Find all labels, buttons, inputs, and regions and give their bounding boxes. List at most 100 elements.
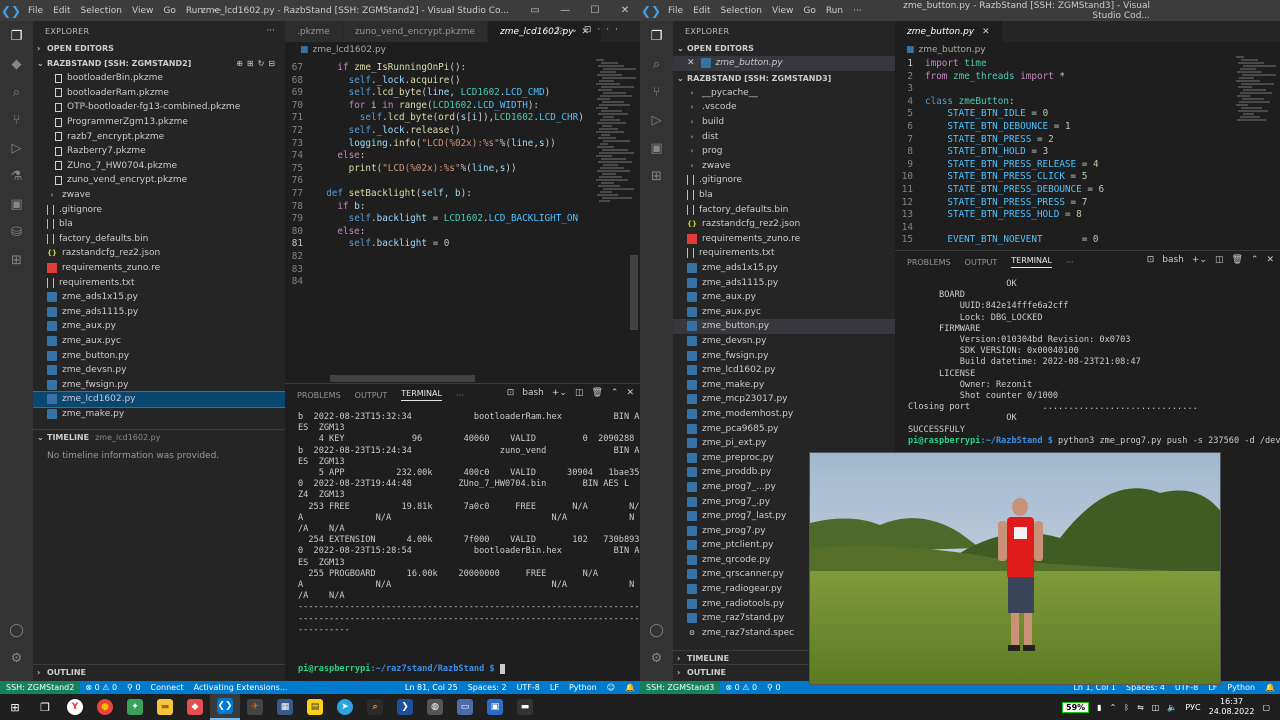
usb-icon[interactable]: ⇋ [1137,703,1144,712]
tree-item[interactable]: › __pycache__ [673,86,895,101]
panel-tab-problems[interactable]: PROBLEMS [297,391,341,400]
breadcrumb[interactable]: ■ zme_lcd1602.py [300,42,386,58]
trash-icon[interactable]: 🗑 [591,388,602,398]
tree-item[interactable]: requirements_zuno.re [673,232,895,247]
tree-item[interactable]: bla [673,188,895,203]
tree-item[interactable]: › prog [673,144,895,159]
file-explorer-icon[interactable]: ▬ [150,694,180,720]
breadcrumb[interactable]: ■ zme_button.py [906,42,986,58]
tree-item[interactable]: zme_ads1x15.py [33,290,285,305]
editor-actions-icons[interactable]: ▷⌄⊡··· [557,25,624,35]
explorer-icon[interactable]: ❐ [8,27,26,45]
tree-item[interactable]: {} razstandcfg_rez2.json [33,246,285,261]
menu-item-file[interactable]: File [28,6,43,16]
menu-item-run[interactable]: Run [186,6,203,16]
code-line[interactable]: 1 import time [895,58,1235,71]
search-icon[interactable]: ⌕ [8,83,26,101]
split-icon[interactable]: ◫ [1215,255,1224,265]
app-globe-icon[interactable]: ◍ [420,694,450,720]
tree-item[interactable]: zme_ads1115.py [33,305,285,320]
panel-tab-terminal[interactable]: TERMINAL [401,389,442,401]
panel-tab-problems[interactable]: PROBLEMS [907,258,951,267]
close-tab-icon[interactable]: ✕ [982,27,990,37]
more-actions-icon[interactable]: ··· [456,391,464,400]
tree-item[interactable]: bootloaderRam.pkzme [33,86,285,101]
terminal-command-line[interactable]: pi@raspberrypi:~/RazbStand $ python3 zme… [895,436,1280,447]
search-icon[interactable]: ⌕ [648,55,666,73]
tree-item[interactable]: Razberry7.pkzme [33,144,285,159]
tree-item[interactable]: {} razstandcfg_rez2.json [673,217,895,232]
close-icon[interactable]: ✕ [687,58,695,68]
chevron-up-icon[interactable]: ⌃ [611,388,619,398]
database-icon[interactable]: ⛁ [8,223,26,241]
split-icon[interactable]: ◫ [575,388,584,398]
tree-item[interactable]: zme_make.py [33,407,285,422]
close-icon[interactable]: ✕ [626,388,634,398]
terminal-app-icon[interactable]: ▬ [510,694,540,720]
code-line[interactable]: 68 self._lock.acquire() [285,75,595,88]
cursor-position[interactable]: Ln 81, Col 25 [400,683,463,692]
eol[interactable]: LF [545,683,564,692]
tree-item[interactable]: requirements.txt [673,246,895,261]
tree-item[interactable]: zme_aux.pyc [673,305,895,320]
terminal-prompt[interactable]: pi@raspberrypi:~/raz7stand/RazbStand $ [285,663,505,675]
code-line[interactable]: 9 STATE_BTN_PRESS_RELEASE = 4 [895,159,1235,172]
trash-icon[interactable]: 🗑 [1231,255,1242,265]
menu-item-run[interactable]: Run [826,6,843,16]
explorer-icon[interactable]: ❐ [648,27,666,45]
editor-tab[interactable]: zme_button.py ✕ [895,21,1003,42]
explorer-actions-icons[interactable]: ⊕⊞↻⊟ [236,59,279,68]
remote-explorer-icon[interactable]: ▣ [648,139,666,157]
indentation[interactable]: Spaces: 2 [463,683,512,692]
extensions-icon[interactable]: ⊞ [8,251,26,269]
menu-item-edit[interactable]: Edit [53,6,70,16]
code-line[interactable]: 84 [285,276,595,289]
tree-item[interactable]: › dist [673,129,895,144]
code-line[interactable]: 74 else: [285,150,595,163]
minimize-button[interactable]: — [550,0,580,21]
code-line[interactable]: 76 [285,175,595,188]
run-debug-icon[interactable]: ▷ [8,139,26,157]
code-line[interactable]: 67 if zme_IsRunningOnPi(): [285,62,595,75]
menu-item-view[interactable]: View [132,6,153,16]
extensions-icon[interactable]: ⊞ [648,167,666,185]
tree-item[interactable]: requirements.txt [33,275,285,290]
code-line[interactable]: 15 EVENT_BTN_NOEVENT = 0 [895,234,1235,247]
code-line[interactable]: 10 STATE_BTN_PRESS_CLICK = 5 [895,171,1235,184]
more-actions-icon[interactable]: ··· [1066,258,1074,267]
clock[interactable]: 16:37 24.08.2022 [1209,697,1255,717]
panel-tab-output[interactable]: OUTPUT [355,391,388,400]
account-icon[interactable]: ◯ [648,621,666,639]
battery-indicator[interactable]: 59% [1062,701,1090,713]
problems-count[interactable]: ⊗ 0 ⚠ 0 [80,683,122,692]
chevron-up-icon[interactable]: ⌃ [1110,703,1117,712]
maximize-button[interactable]: ☐ [580,0,610,21]
tree-item[interactable]: OTP-bootloader-fg13-combined.pkzme [33,100,285,115]
tree-item[interactable]: zme_ads1x15.py [673,261,895,276]
network-icon[interactable]: ◫ [1152,703,1160,712]
battery-icon[interactable]: ▮ [1097,703,1101,712]
code-line[interactable]: 80 else: [285,226,595,239]
sticky-notes-icon[interactable]: ▤ [300,694,330,720]
tree-item[interactable]: ProgrammerZgm13.pkzme [33,115,285,130]
code-line[interactable]: 77 def setBacklight(self, b): [285,188,595,201]
code-line[interactable]: 79 self.backlight = LCD1602.LCD_BACKLIGH… [285,213,595,226]
tree-item[interactable]: factory_defaults.bin [33,232,285,247]
tree-item[interactable]: zme_pi_ext.py [673,436,895,451]
remote-indicator[interactable]: SSH: ZGMStand2 [0,681,81,694]
tree-item[interactable]: zme_aux.pyc [33,334,285,349]
code-line[interactable]: 7 STATE_BTN_PRESS = 2 [895,134,1235,147]
tree-item[interactable]: zme_ads1115.py [673,275,895,290]
settings-gear-icon[interactable]: ⚙ [648,649,666,667]
app-window-icon[interactable]: ▭ [450,694,480,720]
code-line[interactable]: 14 [895,222,1235,235]
tree-item[interactable]: zme_pca9685.py [673,421,895,436]
panel-toolbar[interactable]: ⊡ bash +⌄ ◫ 🗑 ⌃ ✕ [507,388,634,398]
minimap[interactable] [596,58,636,208]
photo-viewer-overlay[interactable] [809,452,1221,685]
code-line[interactable]: 2 from zme_threads import * [895,71,1235,84]
terminal-output[interactable]: b 2022-08-23T15:32:34 bootloaderRam.hex … [285,412,640,636]
code-editor[interactable]: 1 import time 2 from zme_threads import * 3 4… [895,58,1235,248]
open-editors-header[interactable]: ⌄ OPEN EDITORS [673,41,895,56]
menu-item-more[interactable]: ··· [213,6,222,16]
